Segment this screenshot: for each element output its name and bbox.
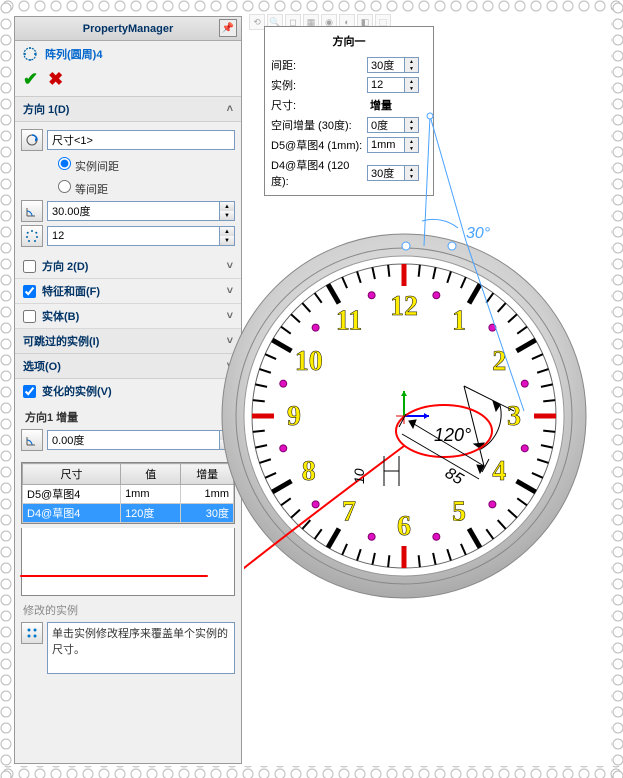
- float-row: 空间增量 (30度): ▲▼: [265, 115, 433, 135]
- modify-text: 单击实例修改程序来覆盖单个实例的尺寸。: [47, 622, 235, 674]
- svg-text:8: 8: [302, 456, 316, 487]
- svg-text:9: 9: [287, 401, 301, 432]
- float-label: 尺寸:: [271, 97, 367, 113]
- table-row[interactable]: D4@草图4 120度 30度: [23, 504, 234, 523]
- float-row: D4@草图4 (120度): ▲▼: [265, 155, 433, 191]
- radio-equal-spacing[interactable]: 等间距: [53, 177, 235, 197]
- graphics-viewport[interactable]: ⟲ 🔍 ◻ ▦ ◉ ◐ ◧ ⬚ 方向一 间距:▲▼实例:▲▼尺寸:增量空间增量 …: [244, 16, 609, 764]
- float-input[interactable]: [367, 57, 405, 73]
- tool-icon[interactable]: ⟲: [249, 14, 265, 30]
- angle-icon: [21, 200, 43, 222]
- svg-text:2: 2: [492, 346, 506, 377]
- svg-text:5: 5: [452, 496, 466, 527]
- pin-button[interactable]: 📌: [219, 19, 237, 37]
- angle-input[interactable]: [47, 201, 219, 221]
- table-pad: [21, 528, 235, 596]
- section-dir1-title: 方向 1(D): [23, 101, 69, 117]
- float-input[interactable]: [367, 77, 405, 93]
- th-val: 值: [121, 464, 181, 485]
- float-row: D5@草图4 (1mm): ▲▼: [265, 135, 433, 155]
- section-dir1-head[interactable]: 方向 1(D) ˄: [15, 97, 241, 122]
- vary-title: 变化的实例(V): [42, 383, 112, 399]
- float-spinner[interactable]: ▲▼: [405, 117, 419, 133]
- float-spinner[interactable]: ▲▼: [405, 77, 419, 93]
- vary-checkbox[interactable]: [23, 385, 36, 398]
- axis-icon[interactable]: [21, 129, 43, 151]
- axis-input[interactable]: [47, 130, 235, 150]
- skip-title: 可跳过的实例(I): [23, 333, 99, 349]
- svg-text:11: 11: [336, 306, 362, 337]
- increment-input[interactable]: [47, 430, 219, 450]
- float-input[interactable]: [367, 137, 405, 153]
- modify-instances-icon[interactable]: [21, 622, 43, 644]
- svg-text:7: 7: [342, 496, 356, 527]
- svg-text:12: 12: [390, 291, 418, 322]
- svg-text:10: 10: [295, 346, 323, 377]
- float-static: 增量: [367, 97, 395, 113]
- radio-instance-spacing[interactable]: 实例间距: [53, 154, 235, 174]
- clock-drawing: 121234567891011: [204, 216, 604, 616]
- feature-name: 阵列(圆周)4: [45, 46, 102, 62]
- float-title: 方向一: [265, 31, 433, 55]
- bodies-checkbox[interactable]: [23, 310, 36, 323]
- feature-title-row: 阵列(圆周)4: [15, 41, 241, 67]
- float-row: 实例: ▲▼: [265, 75, 433, 95]
- svg-text:3: 3: [507, 401, 521, 432]
- bodies-title: 实体(B): [42, 308, 79, 324]
- table-row[interactable]: D5@草图4 1mm 1mm: [23, 485, 234, 504]
- svg-text:4: 4: [492, 456, 506, 487]
- confirm-row: ✔ ✖: [15, 67, 241, 97]
- float-panel[interactable]: 方向一 间距:▲▼实例:▲▼尺寸:增量空间增量 (30度):▲▼D5@草图4 (…: [264, 26, 434, 196]
- increment-angle-icon: [21, 429, 43, 451]
- modify-box: 单击实例修改程序来覆盖单个实例的尺寸。: [21, 622, 235, 674]
- feat-face-title: 特征和面(F): [42, 283, 100, 299]
- svg-text:6: 6: [397, 511, 411, 542]
- float-spinner[interactable]: ▲▼: [405, 165, 419, 181]
- svg-text:1: 1: [452, 306, 466, 337]
- float-label: 间距:: [271, 57, 367, 73]
- count-icon: [21, 225, 43, 247]
- spacing-radio-group: 实例间距 等间距: [53, 154, 235, 197]
- float-input[interactable]: [367, 117, 405, 133]
- annotation-underline: [20, 575, 208, 577]
- float-input[interactable]: [367, 165, 405, 181]
- float-spinner[interactable]: ▲▼: [405, 137, 419, 153]
- th-dim: 尺寸: [23, 464, 121, 485]
- float-row: 尺寸:增量: [265, 95, 433, 115]
- dir2-title: 方向 2(D): [42, 258, 88, 274]
- float-label: D5@草图4 (1mm):: [271, 137, 367, 153]
- float-spinner[interactable]: ▲▼: [405, 57, 419, 73]
- panel-header: PropertyManager 📌: [15, 17, 241, 41]
- chevron-up-icon[interactable]: ˄: [227, 103, 233, 115]
- float-label: 实例:: [271, 77, 367, 93]
- circular-pattern-icon: [21, 45, 39, 63]
- panel-title: PropertyManager: [83, 23, 173, 35]
- vary-table[interactable]: 尺寸 值 增量 D5@草图4 1mm 1mm D4@草图4 120度 30度: [21, 462, 235, 524]
- float-row: 间距: ▲▼: [265, 55, 433, 75]
- dir2-checkbox[interactable]: [23, 260, 36, 273]
- float-label: 空间增量 (30度):: [271, 117, 367, 133]
- count-input[interactable]: [47, 226, 219, 246]
- float-label: D4@草图4 (120度):: [271, 157, 367, 189]
- cancel-button[interactable]: ✖: [48, 69, 63, 90]
- ok-button[interactable]: ✔: [23, 69, 38, 90]
- feat-face-checkbox[interactable]: [23, 285, 36, 298]
- options-title: 选项(O): [23, 358, 61, 374]
